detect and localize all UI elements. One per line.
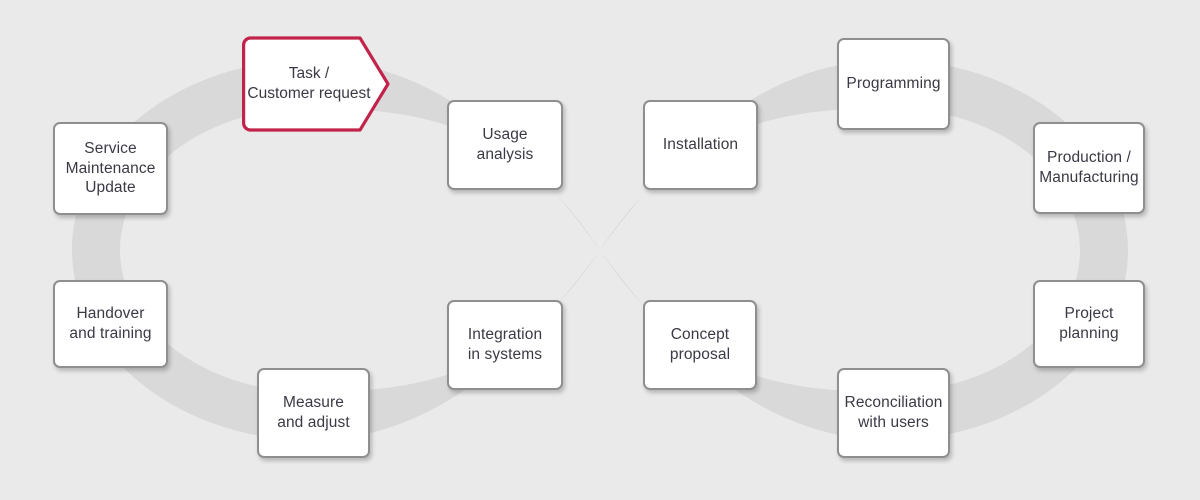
node-task-customer-request[interactable]: Task / Customer request — [241, 36, 390, 132]
node-label: Concept proposal — [669, 326, 731, 363]
node-measure-and-adjust[interactable]: Measure and adjust — [257, 368, 370, 458]
node-integration-in-systems[interactable]: Integration in systems — [447, 300, 563, 390]
node-label: Service Maintenance Update — [65, 139, 156, 197]
node-programming[interactable]: Programming — [837, 38, 950, 130]
node-production-manufacturing[interactable]: Production / Manufacturing — [1033, 122, 1145, 214]
infinity-loop-background — [72, 60, 1128, 440]
process-infinity-diagram: Service Maintenance Update Task / Custom… — [0, 0, 1200, 500]
node-project-planning[interactable]: Project planning — [1033, 280, 1145, 368]
infinity-band — [72, 60, 1128, 440]
node-label: Project planning — [1059, 305, 1119, 342]
node-handover-and-training[interactable]: Handover and training — [53, 280, 168, 368]
node-label: Usage analysis — [476, 126, 534, 163]
node-label: Measure and adjust — [277, 394, 350, 431]
arrow-node-shape — [241, 36, 390, 132]
node-reconciliation-with-users[interactable]: Reconciliation with users — [837, 368, 950, 458]
node-installation[interactable]: Installation — [643, 100, 758, 190]
node-label: Handover and training — [69, 305, 152, 342]
node-label: Installation — [662, 136, 739, 154]
node-label: Programming — [846, 75, 941, 93]
node-service-maintenance-update[interactable]: Service Maintenance Update — [53, 122, 168, 215]
node-concept-proposal[interactable]: Concept proposal — [643, 300, 757, 390]
node-label: Reconciliation with users — [844, 394, 943, 431]
node-label: Integration in systems — [467, 326, 543, 363]
node-usage-analysis[interactable]: Usage analysis — [447, 100, 563, 190]
node-label: Production / Manufacturing — [1039, 149, 1139, 186]
